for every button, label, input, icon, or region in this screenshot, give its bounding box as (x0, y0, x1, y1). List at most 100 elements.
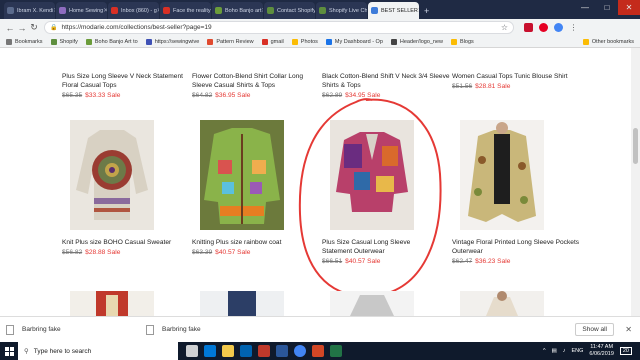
tab-favicon-icon (215, 7, 222, 14)
bookmark-item[interactable]: My Dashboard - Op (325, 38, 383, 45)
search-icon: ⚲ (24, 348, 29, 355)
browser-toolbar: ← → ↻ 🔒 https://modarie.com/collections/… (0, 19, 640, 36)
profile-avatar-icon[interactable] (554, 23, 563, 32)
word-icon[interactable] (276, 345, 288, 357)
tab-close-icon[interactable]: ✕ (261, 7, 263, 14)
excel-icon[interactable] (330, 345, 342, 357)
bookmarks-bar: Bookmarks Shopify Boho Banjo Art to https:/… (0, 36, 640, 48)
edge-icon[interactable] (204, 345, 216, 357)
product-image[interactable] (200, 291, 284, 316)
bookmark-item[interactable]: Header/logo_new (390, 38, 443, 45)
product-title[interactable]: Flower Cotton-Blend Shirt Collar Long Sl… (192, 72, 322, 90)
show-all-button[interactable]: Show all (575, 323, 614, 336)
bookmark-label: Pattern Review (216, 38, 254, 45)
product-image[interactable] (70, 291, 154, 316)
scrollbar-thumb[interactable] (633, 128, 638, 164)
close-icon[interactable]: ✕ (625, 325, 632, 334)
old-price: $65.35 (62, 92, 83, 99)
new-tab-icon[interactable]: + (424, 6, 429, 16)
old-price: $64.82 (192, 92, 213, 99)
sale-price: $40.57 Sale (215, 249, 251, 256)
store-icon[interactable] (240, 345, 252, 357)
download-item[interactable]: Barbring fake (6, 324, 146, 335)
powerpoint-icon[interactable] (312, 345, 324, 357)
tab[interactable]: Ibram X. Kendi✕ (4, 2, 55, 19)
bookmark-item[interactable]: Shopify (50, 38, 78, 45)
page-scrollbar[interactable] (631, 48, 640, 316)
extension-icon[interactable] (524, 23, 533, 32)
network-icon[interactable]: ▤ (552, 348, 557, 354)
download-filename: Barbring fake (22, 326, 61, 333)
product-image-knit-sweater[interactable] (70, 120, 154, 230)
bookmark-item[interactable]: Blogs (451, 38, 474, 45)
clock[interactable]: 11:47 AM 6/06/2019 (589, 344, 613, 358)
bookmark-item[interactable]: Boho Banjo Art to (85, 38, 138, 45)
bookmark-star-icon[interactable]: ☆ (501, 23, 508, 32)
download-item[interactable]: Barbring fake (146, 324, 286, 335)
minimize-icon[interactable]: — (574, 0, 596, 15)
product-card[interactable]: Women Casual Tops Tunic Blouse Shirt $51… (452, 72, 582, 90)
tab-close-icon[interactable]: ✕ (53, 7, 55, 14)
maximize-icon[interactable]: □ (596, 0, 618, 15)
chrome-icon[interactable] (294, 345, 306, 357)
bookmark-icon (6, 38, 12, 45)
menu-icon[interactable]: ⋮ (569, 23, 578, 32)
product-card[interactable]: Vintage Floral Printed Long Sleeve Pocke… (452, 238, 582, 265)
extensions: ⋮ (524, 23, 578, 32)
address-bar[interactable]: 🔒 https://modarie.com/collections/best-s… (44, 21, 514, 34)
bookmark-label: Photos (300, 38, 318, 45)
tab-label: Inbox (860) - g (121, 7, 157, 14)
back-icon[interactable]: ← (4, 23, 16, 33)
bookmark-item[interactable]: https://sewingwive (145, 38, 199, 45)
reload-icon[interactable]: ↻ (28, 22, 40, 33)
other-bookmarks[interactable]: Other bookmarks (582, 38, 634, 45)
tab-close-icon[interactable]: ✕ (418, 7, 419, 14)
app-icon[interactable] (258, 345, 270, 357)
tab[interactable]: Face the reality ✕ (160, 2, 211, 19)
product-title[interactable]: Women Casual Tops Tunic Blouse Shirt (452, 72, 582, 81)
bookmark-item[interactable]: Pattern Review (207, 38, 254, 45)
tab-label: Contact Shopify (277, 7, 315, 14)
taskbar-search[interactable]: ⚲ Type here to search (18, 342, 178, 360)
product-image-floral-outerwear[interactable] (460, 120, 544, 230)
bookmark-item[interactable]: gmail (261, 38, 284, 45)
volume-icon[interactable]: ♪ (563, 348, 566, 354)
forward-icon[interactable]: → (16, 23, 28, 33)
product-card[interactable]: Knit Plus size BOHO Casual Sweater $56.8… (62, 238, 192, 256)
product-card[interactable]: Plus Size Long Sleeve V Neck Statement F… (62, 72, 192, 99)
tab[interactable]: Boho Banjo art✕ (212, 2, 263, 19)
product-title[interactable]: Plus Size Long Sleeve V Neck Statement F… (62, 72, 192, 90)
tab-close-icon[interactable]: ✕ (103, 7, 107, 14)
product-title[interactable]: Knit Plus size BOHO Casual Sweater (62, 238, 192, 247)
pinned-apps (186, 345, 342, 357)
pinterest-icon[interactable] (539, 23, 548, 32)
product-image-rainbow-coat[interactable] (200, 120, 284, 230)
sale-price: $28.81 Sale (475, 83, 511, 90)
close-window-icon[interactable]: ✕ (618, 0, 640, 15)
tab[interactable]: Shopify Live Ch✕ (316, 2, 367, 19)
page-content: Plus Size Long Sleeve V Neck Statement F… (0, 48, 640, 316)
tab[interactable]: Home Sewing ✕ (56, 2, 107, 19)
file-explorer-icon[interactable] (222, 345, 234, 357)
task-view-icon[interactable] (186, 345, 198, 357)
bookmark-icon (451, 38, 458, 45)
language-indicator[interactable]: ENG (571, 348, 583, 354)
tab-close-icon[interactable]: ✕ (157, 7, 159, 14)
product-image[interactable] (330, 291, 414, 316)
tab-strip: Ibram X. Kendi✕Home Sewing✕Inbox (860) -… (0, 0, 640, 19)
bookmark-item[interactable]: Photos (291, 38, 318, 45)
product-title[interactable]: Vintage Floral Printed Long Sleeve Pocke… (452, 238, 582, 256)
windows-start-icon[interactable] (0, 342, 18, 360)
tab[interactable]: Contact Shopify ✕ (264, 2, 315, 19)
bookmark-icon (207, 38, 214, 45)
product-title[interactable]: Black Cotton-Blend Shift V Neck 3/4 Slee… (322, 72, 452, 90)
notifications-badge[interactable]: 20 (619, 347, 632, 355)
product-image[interactable] (460, 291, 544, 316)
tab[interactable]: BEST SELLER✕ (368, 2, 419, 19)
tray-chevron-icon[interactable]: ^ (543, 348, 546, 354)
bookmark-icon (261, 38, 268, 45)
folder-icon (582, 38, 589, 45)
bookmark-item[interactable]: Bookmarks (6, 38, 43, 45)
clock-date: 6/06/2019 (589, 351, 614, 357)
tab[interactable]: Inbox (860) - g✕ (108, 2, 159, 19)
